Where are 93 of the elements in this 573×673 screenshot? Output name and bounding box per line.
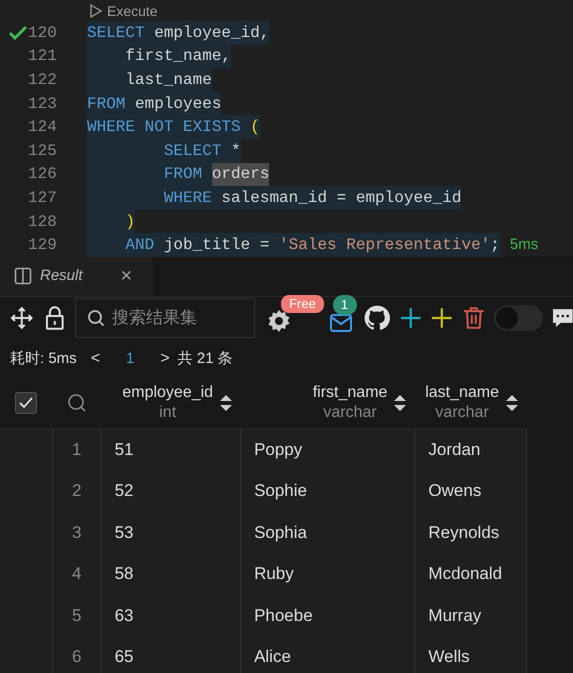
comment-icon[interactable] (553, 306, 573, 329)
checkmark-icon (18, 396, 34, 410)
code-text: job_title = (154, 233, 280, 257)
previous-page-button[interactable]: < (90, 346, 100, 371)
trash-icon[interactable] (462, 306, 484, 330)
select-all-checkbox[interactable] (14, 392, 37, 414)
column-name: last_name (425, 383, 500, 404)
column-type: varchar (435, 403, 489, 424)
code-text: ) (87, 210, 136, 234)
table-cell: 52 (102, 470, 242, 512)
line-number: 129 (28, 235, 56, 256)
line-number: 126 (28, 164, 56, 186)
column-name: employee_id (122, 383, 214, 404)
elapsed-time: 耗时: 5ms (10, 348, 77, 369)
sort-icon[interactable] (505, 393, 520, 414)
row-number: 1 (52, 428, 102, 470)
line-number: 124 (28, 117, 56, 138)
plus-icon[interactable] (400, 306, 422, 329)
sort-icon[interactable] (393, 393, 408, 414)
code-text: ( (240, 115, 260, 139)
table-cell: Alice (241, 636, 416, 673)
count-badge: 1 (332, 294, 357, 315)
table-cell: Phoebe (241, 594, 416, 636)
result-tab[interactable]: Result × (0, 256, 153, 296)
code-text: salesman_id = employee_id (212, 186, 462, 210)
search-icon[interactable] (66, 393, 87, 414)
table-cell: Wells (415, 636, 527, 673)
table-cell: Jordan (415, 428, 527, 470)
close-button[interactable]: × (120, 261, 132, 292)
row-number: 3 (52, 512, 102, 554)
code-text: last_name (87, 68, 212, 92)
sort-icon[interactable] (219, 393, 234, 414)
table-cell: Reynolds (415, 512, 527, 554)
table-cell: Poppy (241, 428, 416, 470)
next-page-button[interactable]: > (160, 346, 170, 371)
toggle-switch[interactable] (494, 304, 544, 331)
move-icon[interactable] (10, 306, 34, 330)
column-header[interactable]: employee_id int (102, 378, 242, 428)
sql-keyword: WHERE NOT EXISTS (87, 115, 241, 139)
string-literal: 'Sales Representative' (279, 233, 490, 257)
line-number: 120 (28, 22, 56, 44)
page-number[interactable]: 1 (126, 348, 134, 370)
sql-keyword: AND (87, 233, 154, 257)
plus-icon[interactable] (431, 306, 453, 329)
line-number: 122 (28, 70, 56, 91)
code-text: first_name, (87, 44, 232, 68)
duration-hint: 5ms (510, 234, 538, 255)
total-count: 共 21 条 (178, 348, 233, 369)
line-number: 127 (28, 188, 56, 209)
column-name: first_name (312, 383, 388, 404)
mail-icon[interactable] (328, 312, 353, 333)
code-text: employees (125, 92, 222, 116)
table-cell: 65 (102, 636, 242, 673)
settings-icon[interactable] (267, 308, 292, 333)
code-text: orders (212, 162, 270, 186)
cat-logo-icon[interactable] (364, 304, 390, 331)
line-number: 125 (28, 140, 56, 162)
search-field[interactable]: 搜索结果集 (75, 298, 256, 338)
column-header[interactable]: first_name varchar (241, 378, 416, 428)
sql-keyword: SELECT (87, 21, 145, 45)
code-text: ; (490, 233, 500, 257)
sql-keyword: FROM (87, 92, 126, 116)
play-icon (89, 3, 103, 19)
line-number: 121 (28, 46, 56, 68)
table-cell: Owens (415, 470, 527, 512)
free-badge: Free (281, 294, 324, 313)
table-cell: Sophia (241, 512, 416, 554)
table-cell: 51 (102, 428, 242, 470)
code-text: employee_id, (144, 21, 270, 45)
table-cell: Murray (415, 594, 527, 636)
line-number: 128 (28, 212, 56, 233)
table-cell: 53 (102, 512, 242, 554)
table-cell: 58 (102, 553, 242, 595)
search-icon (87, 308, 106, 327)
column-header[interactable]: last_name varchar (415, 378, 528, 428)
panel-icon (14, 267, 32, 286)
table-cell: Mcdonald (415, 553, 527, 595)
column-type: varchar (323, 403, 377, 424)
line-number: 123 (28, 94, 56, 115)
sql-keyword: FROM (87, 162, 212, 186)
lock-icon[interactable] (44, 304, 66, 331)
sql-keyword: WHERE (87, 186, 212, 210)
sql-keyword: SELECT (87, 138, 222, 163)
row-number: 4 (52, 553, 102, 595)
table-cell: Sophie (241, 470, 416, 512)
row-number: 2 (52, 470, 102, 512)
column-type: int (159, 403, 176, 424)
table-cell: 63 (102, 594, 242, 636)
execute-link[interactable]: Execute (107, 0, 158, 22)
table-cell: Ruby (241, 553, 416, 595)
row-number: 5 (52, 594, 102, 636)
row-number: 6 (52, 636, 102, 673)
code-text: * (221, 138, 241, 163)
